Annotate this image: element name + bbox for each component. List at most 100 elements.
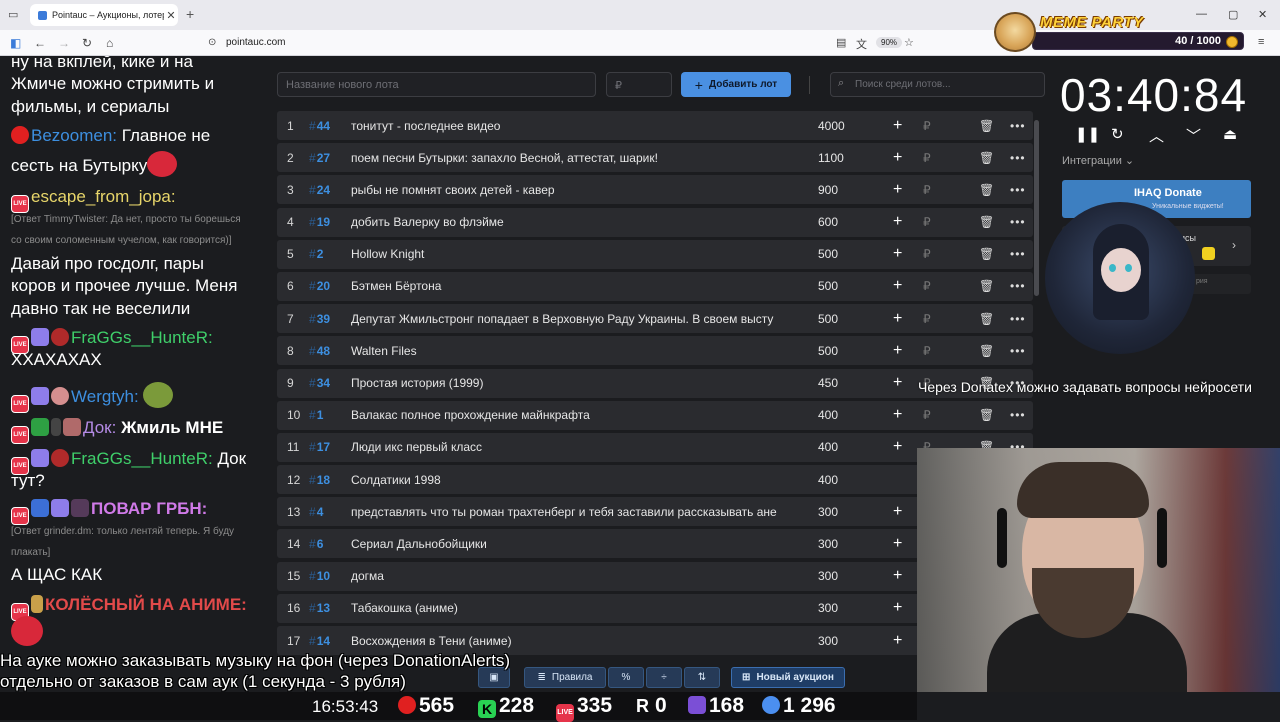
delete-icon[interactable]: 🗑 [979,215,994,229]
zoom-badge[interactable]: 90% [876,37,903,48]
search-input[interactable]: Поиск среди лотов... [830,72,1045,97]
back-icon[interactable]: ← [34,36,46,50]
lot-name[interactable]: добить Валерку во флэйме [351,215,801,229]
lot-name[interactable]: Депутат Жмильстронг попадает в Верховную… [351,312,801,326]
lot-name[interactable]: представлять что ты роман трахтенберг и … [351,505,801,519]
lot-row[interactable]: 1 #44 тонитут - последнее видео 4000 + ₽… [277,111,1033,140]
rub-input[interactable]: ₽ [923,408,931,422]
lot-row[interactable]: 4 #19 добить Валерку во флэйме 600 + ₽ 🗑… [277,207,1033,237]
divide-icon[interactable]: ÷ [646,667,682,688]
delete-icon[interactable]: 🗑 [979,344,994,358]
delete-icon[interactable]: 🗑 [979,183,994,197]
lot-row[interactable]: 10 #1 Валакас полное прохождение майнкра… [277,400,1033,430]
rub-input[interactable]: ₽ [923,183,931,197]
new-tab-icon[interactable]: + [186,6,194,22]
new-auction-button[interactable]: ⊞ Новый аукцион [731,667,845,688]
delete-icon[interactable]: 🗑 [979,408,994,422]
reader-icon[interactable]: ▤ [836,36,846,49]
more-icon[interactable]: ••• [1010,215,1026,229]
rub-input[interactable]: ₽ [923,312,931,326]
percent-icon[interactable]: % [608,667,644,688]
lot-name[interactable]: Walten Files [351,344,801,358]
lot-amount[interactable]: 400 [818,473,838,487]
rub-input[interactable]: ₽ [923,119,931,133]
more-icon[interactable]: ••• [1010,344,1026,358]
rules-button[interactable]: ≣ Правила [524,667,606,688]
lot-amount[interactable]: 4000 [818,119,845,133]
new-lot-input[interactable]: Название нового лота [277,72,596,97]
add-amount-icon[interactable]: + [893,149,902,167]
lot-name[interactable]: Простая история (1999) [351,376,801,390]
menu-icon[interactable]: ≡ [1258,36,1264,48]
rub-input[interactable]: ₽ [923,344,931,358]
add-amount-icon[interactable]: + [893,181,902,199]
add-amount-icon[interactable]: + [893,277,902,295]
lot-amount[interactable]: 500 [818,312,838,326]
lot-amount[interactable]: 500 [818,279,838,293]
chevron-up-icon[interactable]: ︿ [1149,125,1164,146]
lot-amount[interactable]: 500 [818,344,838,358]
add-amount-icon[interactable]: + [893,342,902,360]
lot-name[interactable]: догма [351,569,801,583]
lot-row[interactable]: 2 #27 поем песни Бутырки: запахло Весной… [277,143,1033,173]
reload-icon[interactable]: ↻ [82,36,92,50]
more-icon[interactable]: ••• [1010,279,1026,293]
add-amount-icon[interactable]: + [893,406,902,424]
lot-name[interactable]: Валакас полное прохождение майнкрафта [351,408,801,422]
lot-name[interactable]: тонитут - последнее видео [351,119,801,133]
add-lot-button[interactable]: + Добавить лот [681,72,791,97]
lot-row[interactable]: 3 #24 рыбы не помнят своих детей - кавер… [277,175,1033,205]
lot-amount[interactable]: 300 [818,537,838,551]
lot-amount[interactable]: 600 [818,215,838,229]
lot-name[interactable]: Hollow Knight [351,247,801,261]
close-window-icon[interactable]: ✕ [1258,8,1267,21]
lot-row[interactable]: 6 #20 Бэтмен Бёртона 500 + ₽ 🗑 ••• [277,271,1033,301]
lot-amount[interactable]: 300 [818,569,838,583]
url-field[interactable]: pointauc.com [226,37,285,48]
more-icon[interactable]: ••• [1010,119,1026,133]
lot-list-scrollbar[interactable] [1034,120,1039,296]
delete-icon[interactable]: 🗑 [979,247,994,261]
lot-name[interactable]: Солдатики 1998 [351,473,801,487]
add-amount-icon[interactable]: + [893,117,902,135]
chevron-right-icon[interactable]: › [1232,238,1236,252]
lot-name[interactable]: Восхождения в Тени (аниме) [351,634,801,648]
site-info-icon[interactable]: ⊙ [208,37,216,48]
rub-input[interactable]: ₽ [923,279,931,293]
sidebar-icon[interactable]: ◧ [10,36,21,50]
add-amount-icon[interactable]: + [893,599,902,617]
lot-amount[interactable]: 450 [818,376,838,390]
add-amount-icon[interactable]: + [893,503,902,521]
lot-amount[interactable]: 300 [818,634,838,648]
forward-icon[interactable]: → [58,36,70,50]
integrations-dropdown[interactable]: Интеграции ⌄ [1062,154,1134,167]
lot-amount[interactable]: 400 [818,408,838,422]
add-amount-icon[interactable]: + [893,374,902,392]
delete-icon[interactable]: 🗑 [979,119,994,133]
add-amount-icon[interactable]: + [893,632,902,650]
add-amount-icon[interactable]: + [893,438,902,456]
more-icon[interactable]: ••• [1010,408,1026,422]
lot-amount[interactable]: 400 [818,440,838,454]
lot-amount[interactable]: 300 [818,505,838,519]
lot-name[interactable]: Сериал Дальнобойщики [351,537,801,551]
lot-row[interactable]: 8 #48 Walten Files 500 + ₽ 🗑 ••• [277,336,1033,366]
lot-name[interactable]: рыбы не помнят своих детей - кавер [351,183,801,197]
lot-name[interactable]: Бэтмен Бёртона [351,279,801,293]
delete-icon[interactable]: 🗑 [979,151,994,165]
lot-name[interactable]: поем песни Бутырки: запахло Весной, атте… [351,151,801,165]
add-amount-icon[interactable]: + [893,310,902,328]
rub-input[interactable]: ₽ [923,215,931,229]
translate-icon[interactable]: 文 [856,36,867,52]
more-icon[interactable]: ••• [1010,247,1026,261]
more-icon[interactable]: ••• [1010,312,1026,326]
lot-amount[interactable]: 300 [818,601,838,615]
collapse-up-icon[interactable]: ⏏ [1223,125,1237,143]
close-tab-icon[interactable]: ✕ [164,9,178,22]
chevron-down-icon[interactable]: ﹀ [1186,125,1201,146]
lot-amount[interactable]: 500 [818,247,838,261]
delete-icon[interactable]: 🗑 [979,312,994,326]
more-icon[interactable]: ••• [1010,151,1026,165]
add-amount-icon[interactable]: + [893,535,902,553]
pause-icon[interactable]: ❚❚ [1075,125,1100,143]
